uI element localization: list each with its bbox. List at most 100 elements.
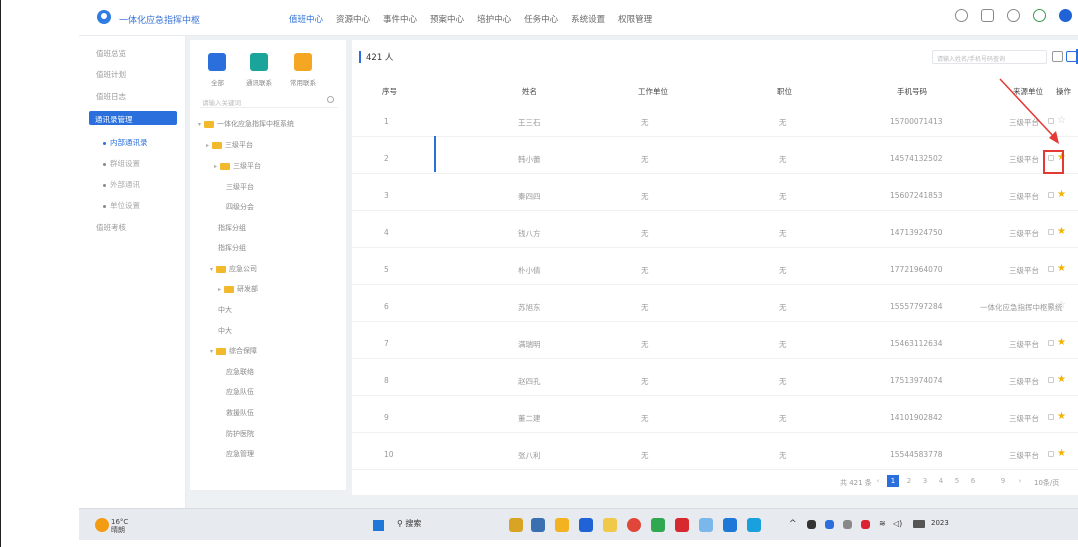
- star-filled-icon[interactable]: ★: [1057, 449, 1066, 459]
- tree-node[interactable]: 三级平台: [226, 182, 254, 192]
- table-row[interactable]: 4 钱八方 无 无 14713924750 三级平台 ★: [352, 211, 1078, 248]
- sidebar-item[interactable]: 值班计划: [96, 69, 126, 80]
- tray-icon[interactable]: [861, 520, 870, 529]
- nav-item[interactable]: 预案中心: [430, 13, 464, 25]
- tree-node[interactable]: ▸ 三级平台: [214, 161, 261, 171]
- edit-icon[interactable]: [1048, 266, 1054, 272]
- tree-node[interactable]: 中大: [218, 326, 232, 336]
- page-button-current[interactable]: 1: [887, 475, 899, 487]
- tray-icon[interactable]: [807, 520, 816, 529]
- tree-node[interactable]: 防护医院: [226, 429, 254, 439]
- battery-icon[interactable]: [913, 520, 925, 528]
- tree-node[interactable]: 四级分会: [226, 202, 254, 212]
- status-icon[interactable]: [1033, 9, 1046, 22]
- tab-contacts-label[interactable]: 通讯联系: [246, 77, 272, 87]
- app-icon[interactable]: [699, 518, 713, 532]
- app-icon[interactable]: [723, 518, 737, 532]
- tray-icon[interactable]: [825, 520, 834, 529]
- sidebar-item-active[interactable]: 通讯录管理: [89, 111, 177, 125]
- notification-icon[interactable]: [955, 9, 968, 22]
- table-row[interactable]: 3 秦四四 无 无 15607241853 三级平台 ★: [352, 174, 1078, 211]
- page-button[interactable]: 9: [997, 475, 1009, 487]
- tray-icon[interactable]: [843, 520, 852, 529]
- favorites-icon[interactable]: [294, 53, 312, 71]
- app-icon[interactable]: [603, 518, 617, 532]
- tree-node[interactable]: 应急管理: [226, 449, 254, 459]
- star-outline-icon[interactable]: ☆: [1057, 301, 1066, 311]
- nav-item[interactable]: 任务中心: [524, 13, 558, 25]
- table-search-input[interactable]: 请输入姓名/手机号码查询: [932, 50, 1047, 64]
- table-row[interactable]: 8 赵四孔 无 无 17513974074 三级平台 ★: [352, 359, 1078, 396]
- windows-start-icon[interactable]: [373, 520, 384, 531]
- tray-chevron-icon[interactable]: ^: [789, 519, 797, 529]
- nav-item[interactable]: 权限管理: [618, 13, 652, 25]
- avatar[interactable]: [1059, 9, 1072, 22]
- contacts-icon[interactable]: [250, 53, 268, 71]
- edit-icon[interactable]: [1048, 414, 1054, 420]
- chrome-icon[interactable]: [627, 518, 641, 532]
- sidebar-item[interactable]: 值班总览: [96, 48, 126, 59]
- all-icon[interactable]: [208, 53, 226, 71]
- app-icon[interactable]: [747, 518, 761, 532]
- search-icon[interactable]: [327, 96, 334, 103]
- app-icon[interactable]: [531, 518, 545, 532]
- tree-node[interactable]: ▾ 综合保障: [210, 346, 257, 356]
- page-button[interactable]: 3: [919, 475, 931, 487]
- edit-icon[interactable]: [1048, 229, 1054, 235]
- nav-item[interactable]: 值班中心: [289, 13, 323, 25]
- table-row[interactable]: 1 王三石无无 15700071413 三级平台 ☆: [352, 100, 1078, 137]
- sidebar-subitem[interactable]: 外部通讯: [103, 179, 140, 190]
- sidebar-subitem[interactable]: 内部通讯录: [103, 137, 148, 148]
- edit-icon[interactable]: [1048, 377, 1054, 383]
- volume-icon[interactable]: ◁): [893, 519, 902, 528]
- sidebar-item[interactable]: 值班考核: [96, 222, 126, 233]
- app-icon[interactable]: [579, 518, 593, 532]
- weather-widget[interactable]: 16°C 晴朗: [111, 518, 128, 534]
- tab-favorites-label[interactable]: 常用联系: [290, 77, 316, 87]
- tree-node[interactable]: 应急联络: [226, 367, 254, 377]
- page-size-select[interactable]: 10条/页: [1034, 478, 1059, 488]
- tree-search-input[interactable]: 请输入关键词: [200, 94, 338, 108]
- clock-year[interactable]: 2023: [931, 519, 949, 527]
- table-row[interactable]: 6 苏旭东无无 15557797284 一体化应急指挥中枢系统 ☆: [352, 285, 1078, 322]
- file-explorer-icon[interactable]: [555, 518, 569, 532]
- sidebar-subitem[interactable]: 单位设置: [103, 200, 140, 211]
- table-row[interactable]: 2 韩小蕾无无 14574132502 三级平台 ★: [352, 137, 1078, 174]
- sidebar-item[interactable]: 值班日志: [96, 91, 126, 102]
- table-row[interactable]: 7 满瑞明 无 无 15463112634 三级平台 ★: [352, 322, 1078, 359]
- star-filled-icon[interactable]: ★: [1057, 264, 1066, 274]
- tree-node[interactable]: 指挥分组: [218, 243, 246, 253]
- tree-node[interactable]: ▸ 研发部: [218, 284, 258, 294]
- page-button[interactable]: 4: [935, 475, 947, 487]
- tree-node[interactable]: 中大: [218, 305, 232, 315]
- tree-node[interactable]: 救援队伍: [226, 408, 254, 418]
- user-icon[interactable]: [1007, 9, 1020, 22]
- tree-node[interactable]: ▾ 应急公司: [210, 264, 257, 274]
- table-row[interactable]: 9 董二建 无 无 14101902842 三级平台 ★: [352, 396, 1078, 433]
- star-filled-icon[interactable]: ★: [1057, 375, 1066, 385]
- table-row[interactable]: 10 张八利 无 无 15544583778 三级平台 ★: [352, 433, 1078, 470]
- edit-icon[interactable]: [1048, 192, 1054, 198]
- next-page-icon[interactable]: ›: [1014, 475, 1026, 487]
- search-icon[interactable]: [1052, 51, 1063, 62]
- tree-node[interactable]: ▾ 一体化应急指挥中枢系统: [198, 119, 294, 129]
- weather-icon[interactable]: [95, 518, 109, 532]
- prev-page-icon[interactable]: ‹: [872, 475, 884, 487]
- star-filled-icon[interactable]: ★: [1057, 227, 1066, 237]
- edit-icon[interactable]: [1048, 303, 1054, 309]
- nav-item[interactable]: 事件中心: [383, 13, 417, 25]
- page-button[interactable]: 2: [903, 475, 915, 487]
- table-row[interactable]: 5 朴小倩 无 无 17721964070 三级平台 ★: [352, 248, 1078, 285]
- wps-icon[interactable]: [675, 518, 689, 532]
- tab-all-label[interactable]: 全部: [211, 77, 224, 87]
- nav-item[interactable]: 培护中心: [477, 13, 511, 25]
- edit-icon[interactable]: [1048, 451, 1054, 457]
- tree-node[interactable]: ▸ 三级平台: [206, 140, 253, 150]
- page-button[interactable]: 5: [951, 475, 963, 487]
- page-button[interactable]: 6: [967, 475, 979, 487]
- edit-icon[interactable]: [1048, 340, 1054, 346]
- sidebar-subitem[interactable]: 群组设置: [103, 158, 140, 169]
- nav-item[interactable]: 系统设置: [571, 13, 605, 25]
- app-icon[interactable]: [651, 518, 665, 532]
- star-filled-icon[interactable]: ★: [1057, 338, 1066, 348]
